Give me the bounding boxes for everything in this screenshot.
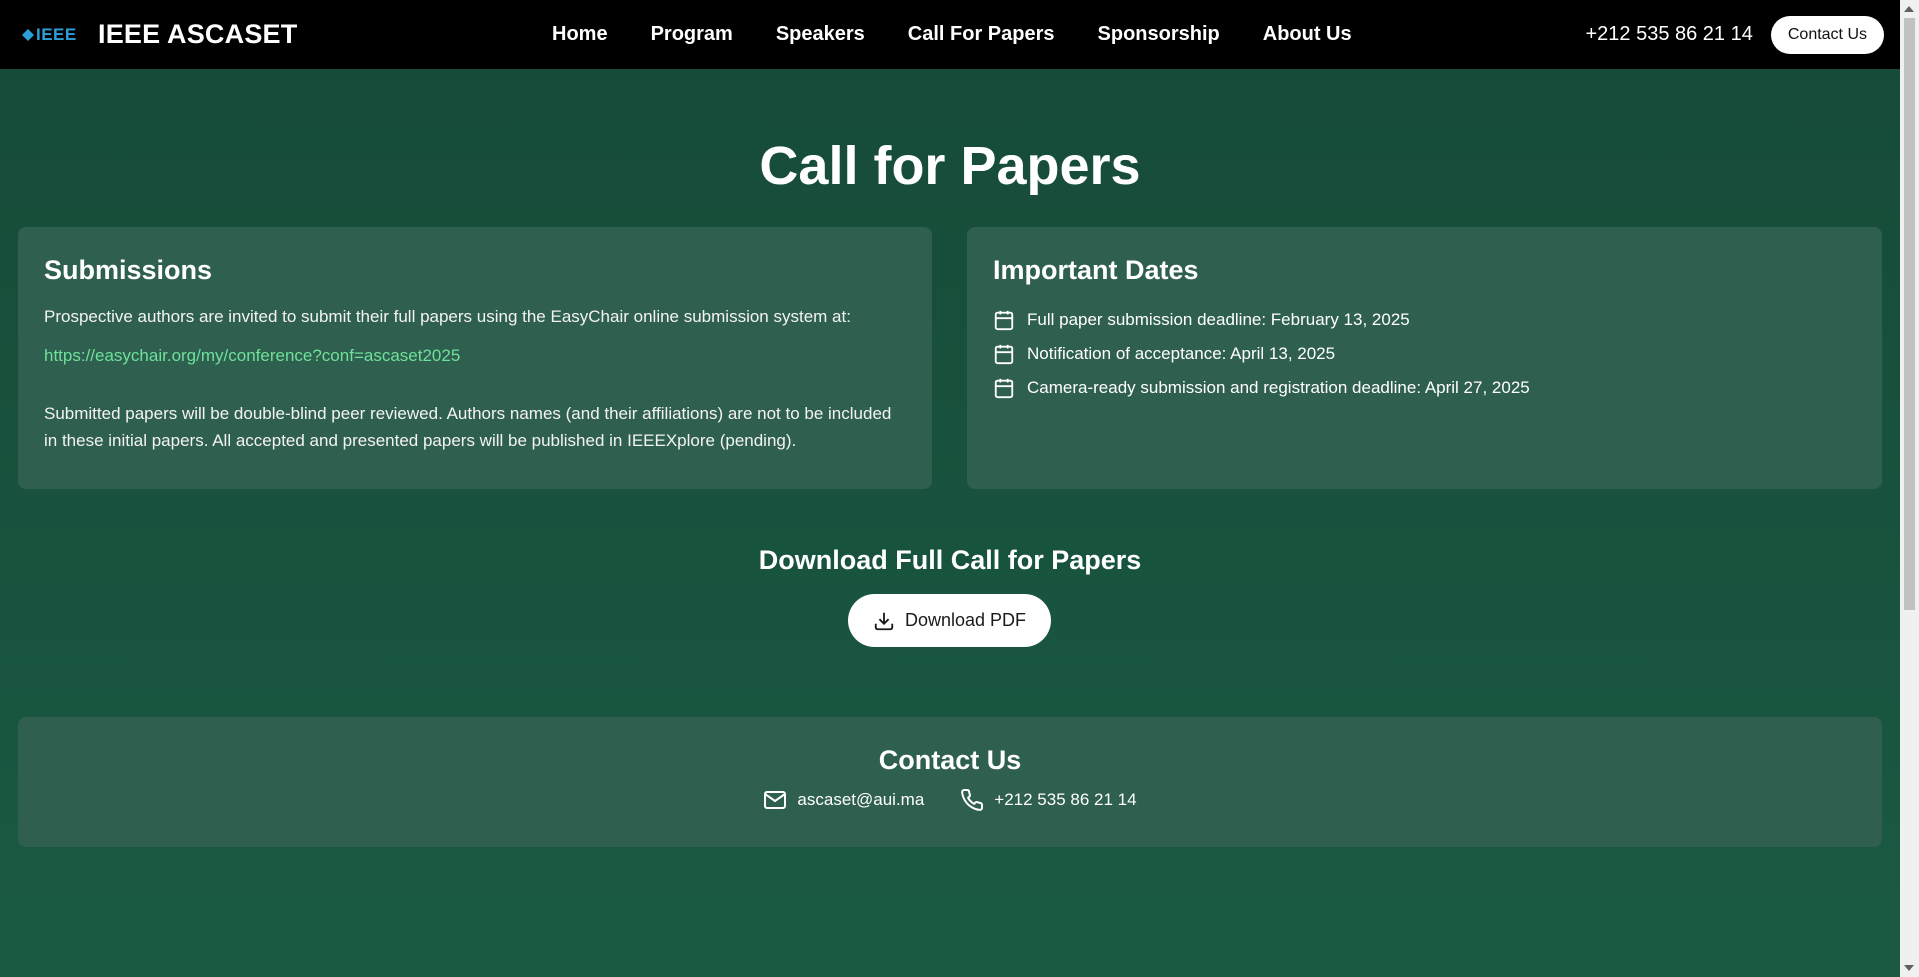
calendar-icon: [994, 344, 1014, 364]
download-pdf-button[interactable]: Download PDF: [848, 594, 1051, 647]
scrollbar-thumb[interactable]: [1904, 18, 1915, 610]
contact-email[interactable]: ascaset@aui.ma: [763, 788, 924, 812]
nav-link-program[interactable]: Program: [651, 23, 733, 46]
date-item-text: Full paper submission deadline: February…: [1027, 309, 1410, 329]
ieee-logo: IEEE: [22, 25, 78, 45]
date-item-text: Notification of acceptance: April 13, 20…: [1027, 343, 1336, 363]
submissions-body: Submitted papers will be double-blind pe…: [44, 404, 892, 450]
nav-links: Home Program Speakers Call For Papers Sp…: [552, 0, 1395, 69]
mail-icon: [764, 791, 787, 809]
download-icon: [874, 612, 894, 630]
date-item: Full paper submission deadline: February…: [993, 302, 1856, 337]
nav-right: +212 535 86 21 14 Contact Us: [1585, 0, 1884, 69]
nav-link-speakers[interactable]: Speakers: [776, 23, 865, 46]
submissions-heading: Submissions: [44, 255, 213, 285]
nav-link-call-for-papers[interactable]: Call For Papers: [908, 23, 1055, 46]
date-item-text: Camera-ready submission and registration…: [1027, 377, 1530, 397]
scroll-down-arrow-icon[interactable]: [1904, 965, 1914, 971]
date-item: Camera-ready submission and registration…: [993, 370, 1856, 405]
nav-link-about-us[interactable]: About Us: [1263, 23, 1352, 46]
submissions-intro: Prospective authors are invited to submi…: [44, 307, 851, 326]
brand[interactable]: IEEE IEEE ASCASET: [22, 0, 297, 69]
dates-heading: Important Dates: [993, 255, 1199, 285]
calendar-icon: [994, 310, 1014, 330]
download-heading: Download Full Call for Papers: [758, 545, 1142, 575]
diamond-icon: [22, 28, 34, 41]
contact-us-button[interactable]: Contact Us: [1770, 15, 1884, 54]
contact-email-text: ascaset@aui.ma: [797, 790, 925, 809]
contact-row: ascaset@aui.ma +212 535 86 21 14: [18, 788, 1882, 812]
ieee-logo-text: IEEE: [36, 24, 77, 44]
brand-title[interactable]: IEEE ASCASET: [98, 19, 297, 50]
contact-phone[interactable]: +212 535 86 21 14: [960, 788, 1137, 812]
easychair-link[interactable]: https://easychair.org/my/conference?conf…: [44, 346, 906, 366]
submissions-card: Submissions Prospective authors are invi…: [18, 227, 932, 489]
date-item: Notification of acceptance: April 13, 20…: [993, 336, 1856, 371]
scroll-up-arrow-icon[interactable]: [1904, 6, 1914, 12]
important-dates-card: Important Dates Full paper submission de…: [967, 227, 1882, 489]
calendar-icon: [994, 378, 1014, 398]
page-title: Call for Papers: [759, 136, 1141, 196]
nav-link-sponsorship[interactable]: Sponsorship: [1098, 23, 1220, 46]
nav-phone[interactable]: +212 535 86 21 14: [1585, 23, 1752, 46]
contact-card: Contact Us ascaset@aui.ma +212 535 86 21…: [18, 717, 1882, 847]
vertical-scrollbar[interactable]: [1900, 0, 1919, 977]
download-pdf-label: Download PDF: [904, 610, 1027, 630]
contact-heading: Contact Us: [878, 745, 1022, 775]
nav-link-home[interactable]: Home: [552, 23, 608, 46]
phone-icon: [961, 789, 984, 811]
contact-phone-text: +212 535 86 21 14: [994, 790, 1137, 809]
top-navbar: IEEE IEEE ASCASET Home Program Speakers …: [0, 0, 1900, 69]
